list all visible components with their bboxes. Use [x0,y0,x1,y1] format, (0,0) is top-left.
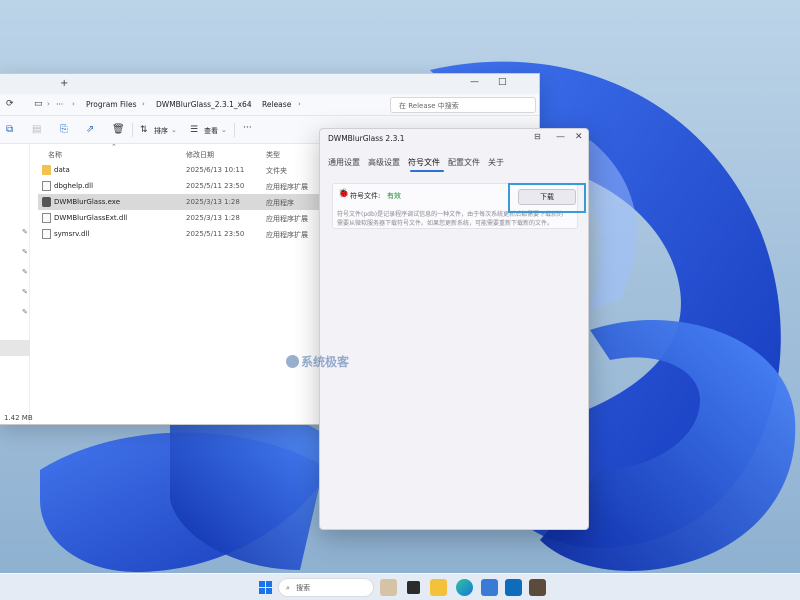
file-date: 2025/3/13 1:28 [186,198,240,206]
active-tab-indicator [410,170,444,172]
file-type: 文件夹 [266,167,287,175]
column-header-type[interactable]: 类型 [266,150,280,160]
file-row[interactable]: dbghelp.dll 2025/5/11 23:50 应用程序扩展 [38,178,328,194]
monitor-icon[interactable]: ▭ [34,99,43,109]
bug-icon: 🐞 [338,189,350,199]
maximize-button[interactable]: □ [498,77,507,87]
search-input[interactable]: 在 Release 中搜索 [390,97,536,113]
more-options-button[interactable]: ··· [243,123,252,133]
close-button[interactable]: ✕ [575,132,583,142]
chevron-down-icon[interactable]: ⌄ [171,126,177,134]
file-name: DWMBlurGlass.exe [54,198,121,206]
breadcrumb-dwmblurglass[interactable]: DWMBlurGlass_2.3.1_x64 [156,100,252,109]
tab-general[interactable]: 通用设置 [328,157,360,168]
file-type: 应用程序 [266,199,294,207]
pin-icon[interactable]: ✎ [22,248,28,256]
status-bar-size: 1.42 MB [4,414,33,422]
taskbar-search[interactable]: ⌕ 搜索 [278,578,374,597]
file-explorer-icon[interactable] [430,579,447,596]
status-badge: 有效 [387,192,401,200]
pin-icon[interactable]: ✎ [22,308,28,316]
file-name: DWMBlurGlassExt.dll [54,214,128,222]
search-icon: ⌕ [286,584,290,592]
view-icon[interactable]: ☰ [190,125,198,135]
new-tab-button[interactable]: + [60,78,68,89]
breadcrumb-release[interactable]: Release [262,100,291,109]
navigation-pane: ✎ ✎ ✎ ✎ ✎ [0,144,30,424]
download-button[interactable]: 下载 [518,189,576,205]
file-type: 应用程序扩展 [266,231,308,239]
tab-about[interactable]: 关于 [488,157,504,168]
pin-icon[interactable]: ✎ [22,288,28,296]
view-button[interactable]: 查看 [204,126,218,136]
window-title: DWMBlurGlass 2.3.1 [328,134,405,143]
chevron-down-icon[interactable]: ⌄ [221,126,227,134]
file-row[interactable]: DWMBlurGlassExt.dll 2025/3/13 1:28 应用程序扩展 [38,210,328,226]
minimize-button[interactable]: — [470,77,479,87]
sort-arrow-icon: ⌃ [111,143,117,151]
file-name: symsrv.dll [54,230,90,238]
file-date: 2025/3/13 1:28 [186,214,240,222]
exe-icon [42,197,51,207]
delete-icon[interactable]: 🗑 [112,124,125,135]
outlook-icon[interactable] [505,579,522,596]
watermark-logo-icon [286,355,299,368]
taskview-icon[interactable] [407,581,420,594]
file-type: 应用程序扩展 [266,183,308,191]
widget-icon[interactable] [380,579,397,596]
tab-advanced[interactable]: 高级设置 [368,157,400,168]
explorer-tab-bar: + — □ [0,74,539,94]
copy-icon[interactable]: ⧉ [6,124,13,135]
pin-window-button[interactable]: ⊟ [534,132,541,141]
file-row[interactable]: data 2025/6/13 10:11 文件夹 [38,162,328,178]
minimize-button[interactable]: — [556,132,565,142]
symbol-file-label: 符号文件: [350,192,381,200]
dwmblurglass-window: DWMBlurGlass 2.3.1 ⊟ — ✕ 通用设置 高级设置 符号文件 … [319,128,589,530]
tab-symbols[interactable]: 符号文件 [408,157,440,168]
sort-button[interactable]: 排序 [154,126,168,136]
pin-icon[interactable]: ✎ [22,268,28,276]
nav-selected-item[interactable] [0,340,30,356]
pin-icon[interactable]: ✎ [22,228,28,236]
file-date: 2025/5/11 23:50 [186,182,245,190]
file-name: dbghelp.dll [54,182,94,190]
folder-icon [42,165,51,175]
watermark: 系统极客 [286,353,349,370]
taskbar: ⌕ 搜索 [0,573,800,600]
tab-config[interactable]: 配置文件 [448,157,480,168]
refresh-icon[interactable]: ⟳ [6,99,14,109]
breadcrumb-program-files[interactable]: Program Files [86,100,137,109]
store-icon[interactable] [481,579,498,596]
sort-icon[interactable]: ⇅ [140,125,148,135]
app-icon[interactable] [529,579,546,596]
column-header-name[interactable]: 名称 [48,150,62,160]
edge-icon[interactable] [456,579,473,596]
share-icon[interactable]: ⇗ [86,124,94,135]
file-date: 2025/6/13 10:11 [186,166,245,174]
paste-icon[interactable]: ▤ [32,124,41,135]
column-header-date[interactable]: 修改日期 [186,150,214,160]
file-row[interactable]: DWMBlurGlass.exe 2025/3/13 1:28 应用程序 [38,194,328,210]
file-type: 应用程序扩展 [266,215,308,223]
breadcrumb-more[interactable]: ··· [56,100,63,109]
file-name: data [54,166,70,174]
file-row[interactable]: symsrv.dll 2025/5/11 23:50 应用程序扩展 [38,226,328,242]
rename-icon[interactable]: ⎘ [60,124,68,135]
file-date: 2025/5/11 23:50 [186,230,245,238]
dll-icon [42,213,51,223]
dll-icon [42,181,51,191]
address-bar: ⟳ ▭ › ··· › Program Files › DWMBlurGlass… [0,94,539,116]
windows-start-icon[interactable] [257,579,274,596]
dll-icon [42,229,51,239]
